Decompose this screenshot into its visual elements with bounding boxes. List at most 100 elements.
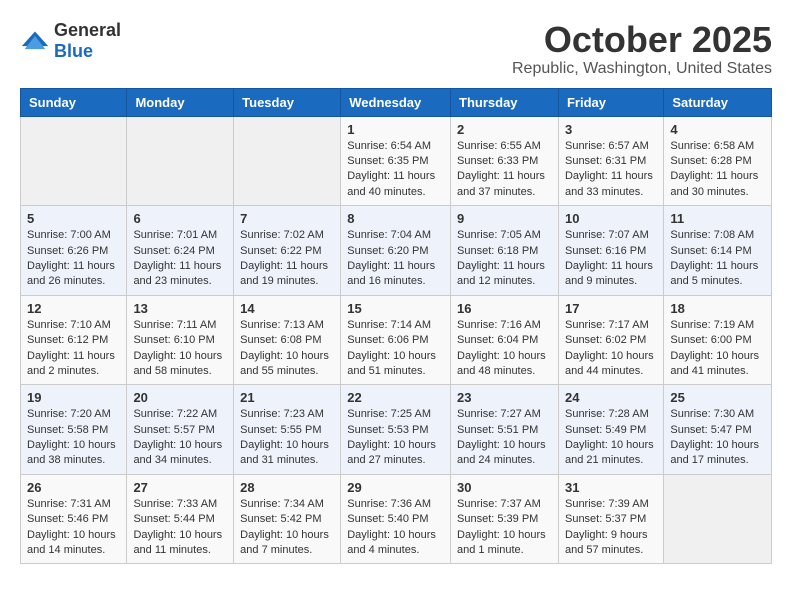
logo-blue: Blue: [54, 41, 93, 61]
day-number: 7: [240, 211, 334, 226]
day-info: Sunrise: 6:54 AM Sunset: 6:35 PM Dayligh…: [347, 139, 444, 201]
weekday-header: Wednesday: [341, 88, 451, 116]
day-info: Sunrise: 7:01 AM Sunset: 6:24 PM Dayligh…: [133, 228, 227, 290]
sunrise-text: Sunrise: 7:23 AM: [240, 408, 324, 420]
daylight-text: Daylight: 11 hours and 37 minutes.: [457, 170, 545, 197]
daylight-text: Daylight: 10 hours and 11 minutes.: [133, 529, 222, 556]
daylight-text: Daylight: 10 hours and 7 minutes.: [240, 529, 329, 556]
sunrise-text: Sunrise: 7:10 AM: [27, 319, 111, 331]
day-info: Sunrise: 7:33 AM Sunset: 5:44 PM Dayligh…: [133, 497, 227, 559]
sunrise-text: Sunrise: 7:14 AM: [347, 319, 431, 331]
daylight-text: Daylight: 11 hours and 30 minutes.: [670, 170, 758, 197]
calendar-cell: 10 Sunrise: 7:07 AM Sunset: 6:16 PM Dayl…: [558, 206, 663, 296]
calendar-week-row: 26 Sunrise: 7:31 AM Sunset: 5:46 PM Dayl…: [21, 474, 772, 564]
sunset-text: Sunset: 6:02 PM: [565, 334, 646, 346]
sunset-text: Sunset: 6:20 PM: [347, 245, 428, 257]
daylight-text: Daylight: 10 hours and 38 minutes.: [27, 439, 116, 466]
sunset-text: Sunset: 5:37 PM: [565, 513, 646, 525]
sunrise-text: Sunrise: 6:54 AM: [347, 140, 431, 152]
daylight-text: Daylight: 11 hours and 19 minutes.: [240, 260, 328, 287]
calendar-cell: 27 Sunrise: 7:33 AM Sunset: 5:44 PM Dayl…: [127, 474, 234, 564]
weekday-header: Friday: [558, 88, 663, 116]
daylight-text: Daylight: 10 hours and 14 minutes.: [27, 529, 116, 556]
day-number: 3: [565, 122, 657, 137]
sunrise-text: Sunrise: 7:39 AM: [565, 498, 649, 510]
daylight-text: Daylight: 10 hours and 48 minutes.: [457, 350, 546, 377]
sunset-text: Sunset: 6:14 PM: [670, 245, 751, 257]
calendar-cell: 13 Sunrise: 7:11 AM Sunset: 6:10 PM Dayl…: [127, 295, 234, 385]
daylight-text: Daylight: 10 hours and 44 minutes.: [565, 350, 654, 377]
sunrise-text: Sunrise: 7:20 AM: [27, 408, 111, 420]
day-number: 23: [457, 390, 552, 405]
daylight-text: Daylight: 10 hours and 58 minutes.: [133, 350, 222, 377]
weekday-header-row: SundayMondayTuesdayWednesdayThursdayFrid…: [21, 88, 772, 116]
calendar-week-row: 5 Sunrise: 7:00 AM Sunset: 6:26 PM Dayli…: [21, 206, 772, 296]
calendar-cell: 7 Sunrise: 7:02 AM Sunset: 6:22 PM Dayli…: [234, 206, 341, 296]
day-info: Sunrise: 7:34 AM Sunset: 5:42 PM Dayligh…: [240, 497, 334, 559]
calendar-cell: 23 Sunrise: 7:27 AM Sunset: 5:51 PM Dayl…: [451, 385, 559, 475]
sunset-text: Sunset: 6:26 PM: [27, 245, 108, 257]
sunrise-text: Sunrise: 7:19 AM: [670, 319, 754, 331]
sunset-text: Sunset: 6:35 PM: [347, 155, 428, 167]
daylight-text: Daylight: 9 hours and 57 minutes.: [565, 529, 648, 556]
calendar-cell: 20 Sunrise: 7:22 AM Sunset: 5:57 PM Dayl…: [127, 385, 234, 475]
day-number: 28: [240, 480, 334, 495]
day-info: Sunrise: 7:25 AM Sunset: 5:53 PM Dayligh…: [347, 407, 444, 469]
sunset-text: Sunset: 5:47 PM: [670, 424, 751, 436]
page-header: General Blue October 2025 Republic, Wash…: [20, 20, 772, 78]
sunset-text: Sunset: 6:33 PM: [457, 155, 538, 167]
sunset-text: Sunset: 6:12 PM: [27, 334, 108, 346]
daylight-text: Daylight: 11 hours and 16 minutes.: [347, 260, 435, 287]
sunset-text: Sunset: 6:08 PM: [240, 334, 321, 346]
sunrise-text: Sunrise: 7:05 AM: [457, 229, 541, 241]
title-block: October 2025 Republic, Washington, Unite…: [512, 20, 772, 78]
month-title: October 2025: [512, 20, 772, 60]
calendar-cell: 22 Sunrise: 7:25 AM Sunset: 5:53 PM Dayl…: [341, 385, 451, 475]
daylight-text: Daylight: 11 hours and 2 minutes.: [27, 350, 115, 377]
day-info: Sunrise: 7:20 AM Sunset: 5:58 PM Dayligh…: [27, 407, 120, 469]
sunset-text: Sunset: 5:46 PM: [27, 513, 108, 525]
day-number: 18: [670, 301, 765, 316]
day-info: Sunrise: 7:07 AM Sunset: 6:16 PM Dayligh…: [565, 228, 657, 290]
day-number: 22: [347, 390, 444, 405]
daylight-text: Daylight: 10 hours and 4 minutes.: [347, 529, 436, 556]
day-info: Sunrise: 6:57 AM Sunset: 6:31 PM Dayligh…: [565, 139, 657, 201]
day-info: Sunrise: 6:55 AM Sunset: 6:33 PM Dayligh…: [457, 139, 552, 201]
calendar-cell: 1 Sunrise: 6:54 AM Sunset: 6:35 PM Dayli…: [341, 116, 451, 206]
sunrise-text: Sunrise: 7:02 AM: [240, 229, 324, 241]
sunset-text: Sunset: 5:55 PM: [240, 424, 321, 436]
sunset-text: Sunset: 5:51 PM: [457, 424, 538, 436]
day-number: 10: [565, 211, 657, 226]
sunset-text: Sunset: 6:31 PM: [565, 155, 646, 167]
calendar-cell: 28 Sunrise: 7:34 AM Sunset: 5:42 PM Dayl…: [234, 474, 341, 564]
calendar-cell: [234, 116, 341, 206]
calendar-cell: 9 Sunrise: 7:05 AM Sunset: 6:18 PM Dayli…: [451, 206, 559, 296]
day-info: Sunrise: 7:02 AM Sunset: 6:22 PM Dayligh…: [240, 228, 334, 290]
day-info: Sunrise: 7:23 AM Sunset: 5:55 PM Dayligh…: [240, 407, 334, 469]
calendar-cell: 11 Sunrise: 7:08 AM Sunset: 6:14 PM Dayl…: [664, 206, 772, 296]
sunrise-text: Sunrise: 7:08 AM: [670, 229, 754, 241]
sunrise-text: Sunrise: 7:00 AM: [27, 229, 111, 241]
sunset-text: Sunset: 6:10 PM: [133, 334, 214, 346]
daylight-text: Daylight: 11 hours and 12 minutes.: [457, 260, 545, 287]
day-info: Sunrise: 6:58 AM Sunset: 6:28 PM Dayligh…: [670, 139, 765, 201]
day-number: 2: [457, 122, 552, 137]
sunset-text: Sunset: 6:04 PM: [457, 334, 538, 346]
sunset-text: Sunset: 5:49 PM: [565, 424, 646, 436]
daylight-text: Daylight: 11 hours and 26 minutes.: [27, 260, 115, 287]
day-number: 27: [133, 480, 227, 495]
sunrise-text: Sunrise: 7:28 AM: [565, 408, 649, 420]
sunrise-text: Sunrise: 7:01 AM: [133, 229, 217, 241]
sunrise-text: Sunrise: 7:04 AM: [347, 229, 431, 241]
sunset-text: Sunset: 5:39 PM: [457, 513, 538, 525]
day-info: Sunrise: 7:11 AM Sunset: 6:10 PM Dayligh…: [133, 318, 227, 380]
sunset-text: Sunset: 5:57 PM: [133, 424, 214, 436]
daylight-text: Daylight: 11 hours and 5 minutes.: [670, 260, 758, 287]
day-number: 1: [347, 122, 444, 137]
day-info: Sunrise: 7:39 AM Sunset: 5:37 PM Dayligh…: [565, 497, 657, 559]
calendar-cell: 19 Sunrise: 7:20 AM Sunset: 5:58 PM Dayl…: [21, 385, 127, 475]
calendar-cell: 25 Sunrise: 7:30 AM Sunset: 5:47 PM Dayl…: [664, 385, 772, 475]
day-number: 14: [240, 301, 334, 316]
sunrise-text: Sunrise: 7:27 AM: [457, 408, 541, 420]
sunset-text: Sunset: 5:40 PM: [347, 513, 428, 525]
